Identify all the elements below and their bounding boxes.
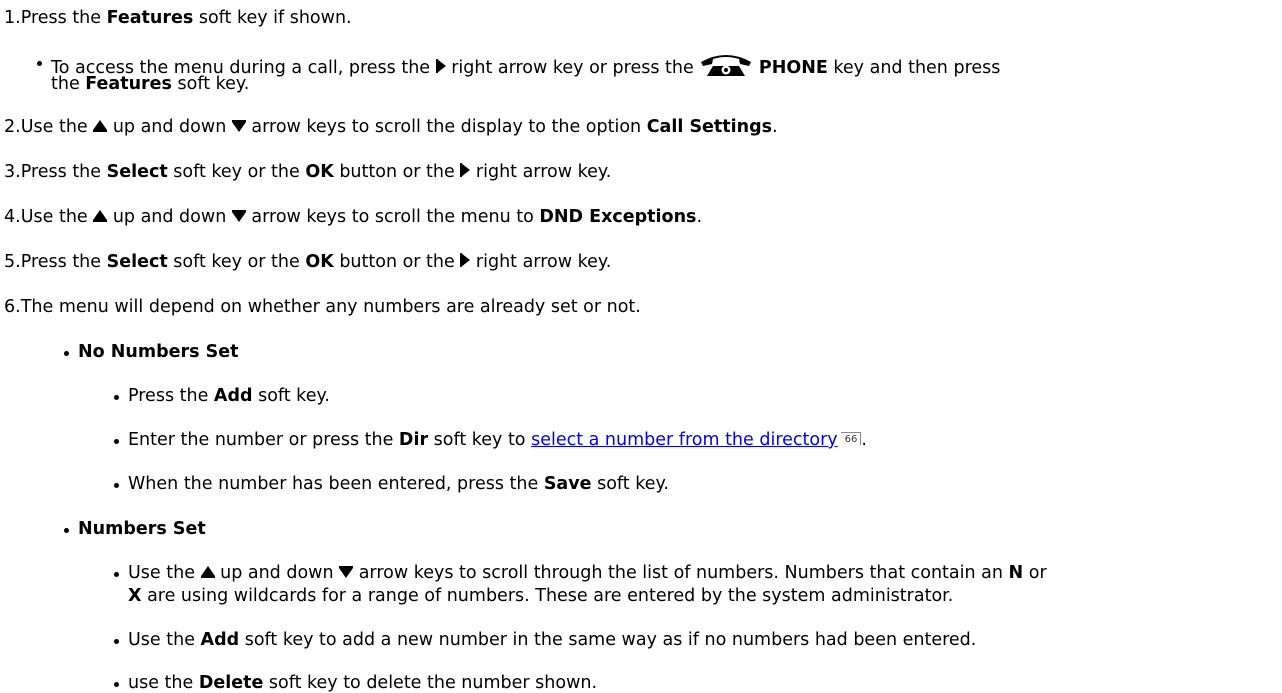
page-reference[interactable]: 66 (840, 432, 862, 445)
right-arrow-icon (460, 163, 471, 177)
numbers-set-heading: Numbers Set (64, 519, 206, 539)
down-arrow-icon (231, 120, 246, 132)
step-1: 1.Press the Features soft key if shown. (4, 8, 352, 28)
up-arrow-icon (93, 210, 108, 222)
step-2: 2.Use the up and down arrow keys to scro… (4, 117, 778, 137)
phone-icon (701, 55, 752, 76)
down-arrow-icon (231, 210, 246, 222)
step-6: 6.The menu will depend on whether any nu… (4, 297, 641, 317)
call-note-line2: the Features soft key. (51, 74, 250, 94)
step-4: 4.Use the up and down arrow keys to scro… (4, 207, 703, 227)
help-document: 1.Press the Features soft key if shown. … (0, 0, 1282, 693)
list-item-continuation: X are using wildcards for a range of num… (128, 586, 954, 606)
list-item: Use the up and down arrow keys to scroll… (114, 563, 1047, 583)
list-item: use the Delete soft key to delete the nu… (114, 673, 597, 693)
right-arrow-icon (460, 253, 471, 267)
step-5: 5.Press the Select soft key or the OK bu… (4, 252, 612, 272)
step-3: 3.Press the Select soft key or the OK bu… (4, 162, 612, 182)
list-item: Use the Add soft key to add a new number… (114, 630, 976, 650)
up-arrow-icon (200, 566, 215, 578)
no-numbers-heading: No Numbers Set (64, 342, 238, 362)
directory-link[interactable]: select a number from the directory (531, 430, 838, 450)
list-item: Press the Add soft key. (114, 386, 330, 406)
step-number: 1. (4, 8, 21, 28)
right-arrow-icon (435, 59, 446, 73)
list-item: Enter the number or press the Dir soft k… (114, 430, 867, 450)
down-arrow-icon (339, 566, 354, 578)
list-item: When the number has been entered, press … (114, 474, 669, 494)
up-arrow-icon (93, 120, 108, 132)
